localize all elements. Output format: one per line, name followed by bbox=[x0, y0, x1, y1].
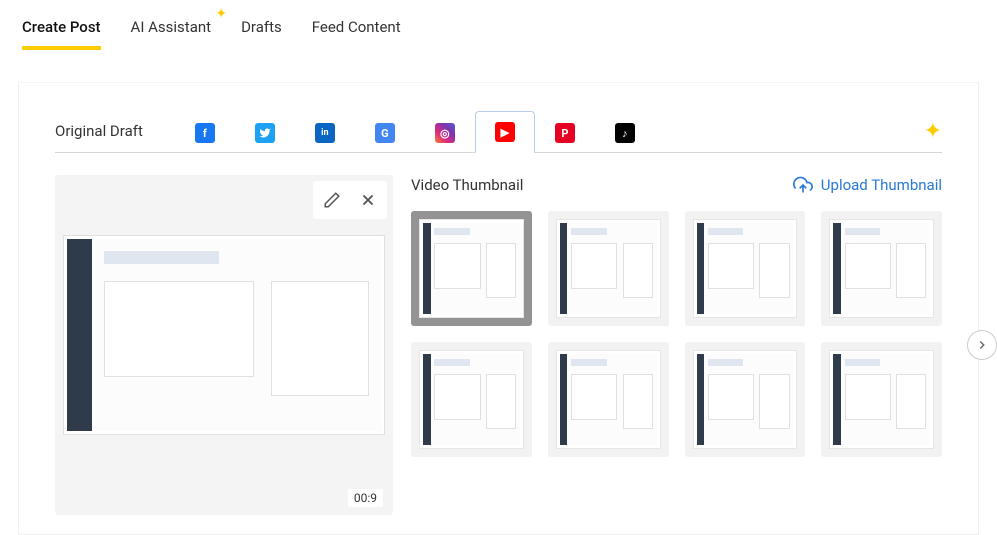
video-preview[interactable] bbox=[63, 235, 385, 435]
youtube-icon: ▶ bbox=[495, 122, 515, 142]
sparkle-icon: ✦ bbox=[215, 6, 227, 22]
thumbnail-item[interactable]: ✓ bbox=[411, 211, 532, 326]
tiktok-icon: ♪ bbox=[615, 123, 635, 143]
thumbnail-item[interactable] bbox=[685, 342, 806, 457]
chevron-right-icon bbox=[975, 338, 989, 352]
network-tab-google[interactable]: G bbox=[355, 112, 415, 153]
thumbnail-item[interactable] bbox=[548, 211, 669, 326]
network-tab-instagram[interactable]: ◎ bbox=[415, 112, 475, 153]
network-tab-tiktok[interactable]: ♪ bbox=[595, 112, 655, 153]
cloud-upload-icon bbox=[793, 175, 813, 195]
network-tab-youtube[interactable]: ▶ bbox=[475, 111, 535, 153]
thumbnail-title: Video Thumbnail bbox=[411, 176, 523, 194]
main-canvas: Original Draft f in G ◎ ▶ P ♪ ✦ bbox=[18, 82, 979, 535]
sparkle-icon[interactable]: ✦ bbox=[924, 119, 942, 144]
instagram-icon: ◎ bbox=[435, 123, 455, 143]
upload-thumbnail-button[interactable]: Upload Thumbnail bbox=[793, 175, 942, 195]
google-icon: G bbox=[375, 123, 395, 143]
tab-create-post[interactable]: Create Post bbox=[22, 10, 101, 50]
tab-drafts[interactable]: Drafts bbox=[241, 10, 282, 50]
tab-ai-assistant[interactable]: AI Assistant ✦ bbox=[131, 10, 212, 50]
thumbnail-item[interactable] bbox=[821, 342, 942, 457]
thumbnail-column: Video Thumbnail Upload Thumbnail ✓ bbox=[411, 175, 942, 515]
network-tab-linkedin[interactable]: in bbox=[295, 112, 355, 153]
pinterest-icon: P bbox=[555, 123, 575, 143]
twitter-icon bbox=[255, 123, 275, 143]
top-nav: Create Post AI Assistant ✦ Drafts Feed C… bbox=[0, 0, 997, 50]
network-tab-twitter[interactable] bbox=[235, 112, 295, 153]
close-icon bbox=[359, 191, 377, 209]
thumbnail-item[interactable] bbox=[411, 342, 532, 457]
linkedin-icon: in bbox=[315, 123, 335, 143]
edit-button[interactable] bbox=[315, 183, 349, 217]
facebook-icon: f bbox=[195, 123, 215, 143]
thumbnail-item[interactable] bbox=[548, 342, 669, 457]
close-button[interactable] bbox=[351, 183, 385, 217]
network-tab-pinterest[interactable]: P bbox=[535, 112, 595, 153]
tab-feed-content[interactable]: Feed Content bbox=[312, 10, 401, 50]
video-preview-column: 00:9 bbox=[55, 175, 393, 515]
video-card: 00:9 bbox=[55, 175, 393, 515]
network-tab-facebook[interactable]: f bbox=[175, 112, 235, 153]
original-draft-label[interactable]: Original Draft bbox=[55, 112, 155, 152]
video-toolbar bbox=[313, 181, 387, 219]
check-icon: ✓ bbox=[462, 256, 480, 281]
thumbnail-grid: ✓ bbox=[411, 211, 942, 457]
thumbnail-item[interactable] bbox=[821, 211, 942, 326]
scroll-right-button[interactable] bbox=[967, 330, 997, 360]
network-tabs: Original Draft f in G ◎ ▶ P ♪ ✦ bbox=[55, 111, 942, 153]
video-duration: 00:9 bbox=[348, 489, 383, 507]
pencil-icon bbox=[323, 191, 341, 209]
thumbnail-item[interactable] bbox=[685, 211, 806, 326]
